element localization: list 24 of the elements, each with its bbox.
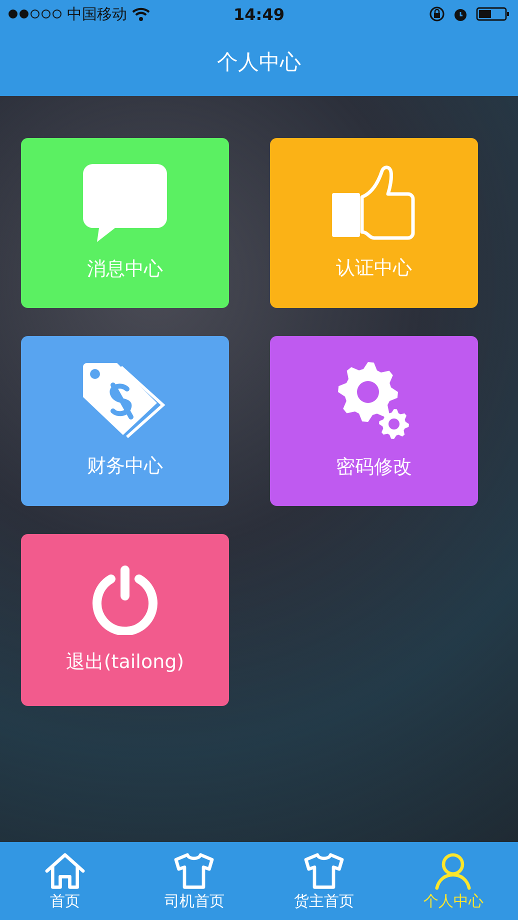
menu-tile[interactable]: 密码修改 — [270, 336, 478, 506]
battery-icon — [476, 7, 510, 21]
tab-bar-item[interactable]: 首页 — [0, 842, 130, 920]
home-icon — [44, 852, 86, 890]
t-shirt-icon — [302, 852, 345, 890]
status-time: 14:49 — [234, 4, 284, 24]
carrier-name: 中国移动 — [67, 4, 127, 24]
price-tag-icon — [83, 363, 167, 439]
thumbs-up-icon — [332, 165, 416, 241]
t-shirt-icon — [173, 852, 216, 890]
gears-icon — [338, 362, 410, 440]
menu-tile[interactable]: 财务中心 — [21, 336, 229, 506]
power-icon — [92, 565, 158, 635]
signal-icon — [8, 9, 62, 19]
tab-bar-item[interactable]: 个人中心 — [388, 842, 518, 920]
tab-bar-item[interactable]: 货主首页 — [259, 842, 388, 920]
speech-bubble-icon — [83, 164, 167, 242]
menu-tile[interactable]: 认证中心 — [270, 138, 478, 308]
wifi-icon — [132, 7, 150, 21]
page-title: 个人中心 — [217, 49, 301, 76]
rotation-lock-icon — [429, 6, 445, 22]
alarm-icon — [453, 6, 468, 22]
menu-tile[interactable]: 退出(tailong) — [21, 534, 229, 706]
tab-bar-item[interactable]: 司机首页 — [130, 842, 259, 920]
